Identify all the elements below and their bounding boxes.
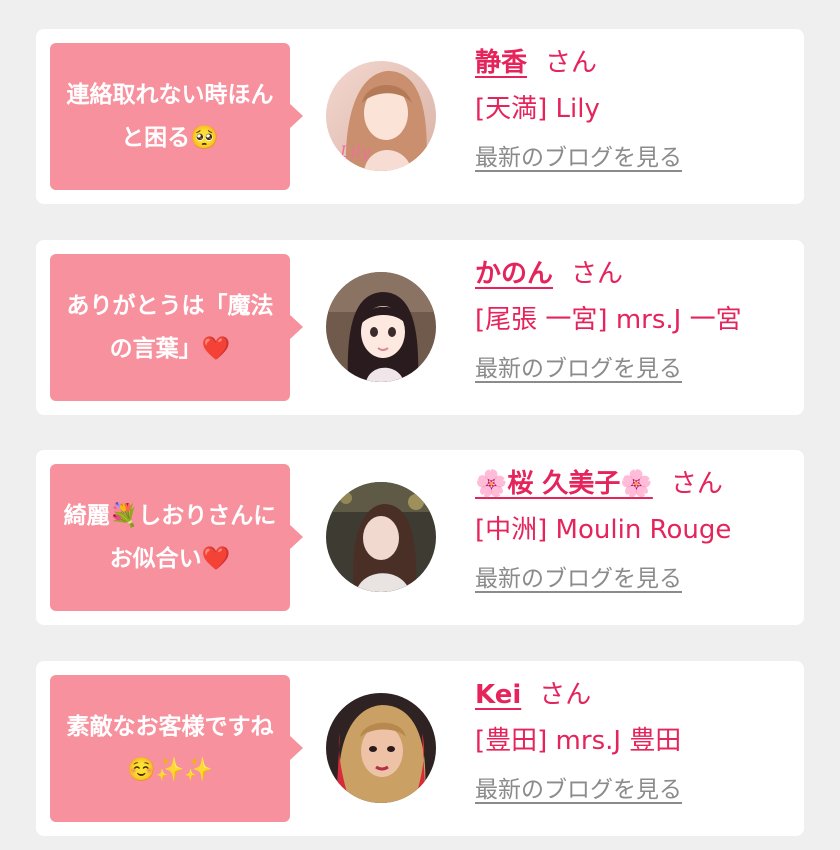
message-text: 素敵なお客様ですね☺️✨✨ (66, 713, 274, 783)
name-row: かのん さん (475, 254, 795, 294)
review-card: ありがとうは「魔法の言葉」❤️ かのん さん [尾張 一宮] mrs.J 一宮 最… (36, 240, 804, 415)
latest-blog-link[interactable]: 最新のブログを見る (475, 562, 682, 596)
review-card: 素敵なお客様ですね☺️✨✨ Kei さん [豊田] mrs.J 豊田 最新のブログ… (36, 661, 804, 836)
message-text: ありがとうは「魔法の言葉」❤️ (66, 292, 274, 362)
avatar[interactable]: Lily (326, 61, 436, 171)
avatar[interactable] (326, 272, 436, 382)
latest-blog-link[interactable]: 最新のブログを見る (475, 141, 682, 175)
message-bubble: 素敵なお客様ですね☺️✨✨ (50, 675, 303, 822)
message-text: 連絡取れない時ほんと困る🥺 (66, 81, 274, 151)
avatar-signature: Lily (339, 142, 371, 161)
profile-name-link[interactable]: 🌸桜 久美子🌸 (475, 469, 653, 499)
profile-info: Kei さん [豊田] mrs.J 豊田 最新のブログを見る (475, 675, 795, 807)
message-bubble: ありがとうは「魔法の言葉」❤️ (50, 254, 303, 401)
review-card: 綺麗💐しおりさんにお似合い❤️ 🌸桜 久美子🌸 さん [中洲] Moulin Ro… (36, 450, 804, 625)
avatar[interactable] (326, 482, 436, 592)
shop-name: [尾張 一宮] mrs.J 一宮 (475, 305, 742, 335)
shop-name: [中洲] Moulin Rouge (475, 515, 732, 545)
shop-name: [天満] Lily (475, 94, 600, 124)
profile-name-link[interactable]: かのん (475, 259, 553, 289)
name-row: Kei さん (475, 675, 795, 715)
message-bubble: 綺麗💐しおりさんにお似合い❤️ (50, 464, 303, 611)
honorific: さん (539, 680, 592, 710)
honorific: さん (571, 259, 624, 289)
name-row: 静香 さん (475, 43, 795, 83)
honorific: さん (545, 48, 598, 78)
message-bubble: 連絡取れない時ほんと困る🥺 (50, 43, 303, 190)
avatar[interactable] (326, 693, 436, 803)
profile-name-link[interactable]: 静香 (475, 48, 527, 78)
shop-name: [豊田] mrs.J 豊田 (475, 726, 682, 756)
review-card: 連絡取れない時ほんと困る🥺 Lily 静香 さん [天満] Lily 最新のブログ… (36, 29, 804, 204)
latest-blog-link[interactable]: 最新のブログを見る (475, 773, 682, 807)
profile-info: かのん さん [尾張 一宮] mrs.J 一宮 最新のブログを見る (475, 254, 795, 386)
honorific: さん (670, 469, 723, 499)
name-row: 🌸桜 久美子🌸 さん (475, 464, 795, 504)
profile-info: 🌸桜 久美子🌸 さん [中洲] Moulin Rouge 最新のブログを見る (475, 464, 795, 596)
profile-name-link[interactable]: Kei (475, 680, 521, 710)
message-text: 綺麗💐しおりさんにお似合い❤️ (63, 502, 277, 572)
latest-blog-link[interactable]: 最新のブログを見る (475, 352, 682, 386)
profile-info: 静香 さん [天満] Lily 最新のブログを見る (475, 43, 795, 175)
